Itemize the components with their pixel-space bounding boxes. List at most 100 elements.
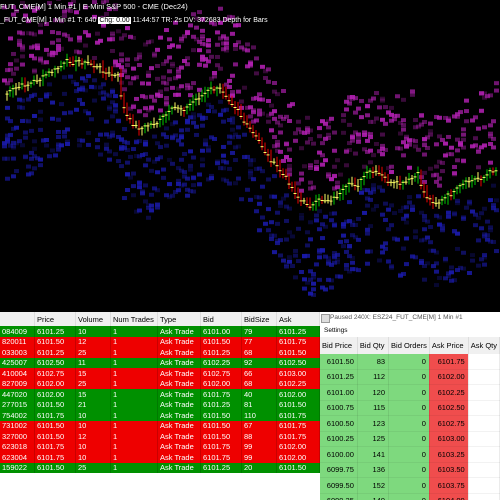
cell-type: Ask Trade — [157, 410, 201, 421]
table-row[interactable]: 754002 6101.75 10 1 Ask Trade 6101.50 110 6101.… — [0, 410, 320, 421]
table-row[interactable]: 731002 6101.50 10 1 Ask Trade 6101.50 67 6101.7… — [0, 420, 320, 431]
col-header-ask-qty[interactable]: Ask Qty — [468, 337, 500, 354]
col-header-volume[interactable]: Volume — [75, 312, 111, 326]
table-row[interactable]: 277015 6101.50 21 1 Ask Trade 6101.25 81 6101.5… — [0, 399, 320, 410]
ask-depth-block — [440, 169, 445, 174]
bid-depth-block — [347, 245, 352, 250]
bid-depth-block — [224, 107, 229, 112]
bid-depth-block — [329, 218, 334, 223]
bid-depth-block — [236, 125, 241, 130]
ask-depth-block — [212, 74, 217, 79]
ask-depth-block — [413, 118, 418, 123]
time-and-sales-panel[interactable]: Price Volume Num Trades Type Bid BidSize… — [0, 312, 320, 500]
dom-row[interactable]: 6101.00 120 0 6102.25 — [320, 384, 500, 401]
col-header-ask[interactable]: Ask — [276, 312, 320, 326]
cell-price: 6101.75 — [34, 452, 76, 463]
ask-depth-block — [491, 145, 496, 150]
bid-depth-block — [107, 105, 112, 110]
bid-depth-block — [212, 109, 217, 114]
cell-bid-orders: 0 — [388, 415, 430, 432]
bid-depth-block — [320, 236, 325, 241]
table-row[interactable]: 425007 6102.50 11 1 Ask Trade 6102.25 92 6102.5… — [0, 357, 320, 368]
bid-depth-block — [209, 104, 214, 109]
bid-depth-block — [491, 183, 496, 188]
bid-depth-block — [83, 78, 88, 83]
col-header-bid-qty[interactable]: Bid Qty — [357, 337, 390, 354]
dom-settings-link[interactable]: Settings — [320, 324, 500, 337]
dom-row[interactable]: 6100.00 141 0 6103.25 — [320, 446, 500, 463]
cell-type: Ask Trade — [157, 452, 201, 463]
chart-canvas[interactable] — [0, 0, 500, 312]
bid-depth-block — [176, 188, 181, 193]
ask-depth-block — [197, 87, 202, 92]
ask-depth-block — [209, 54, 214, 59]
bid-depth-block — [38, 97, 43, 102]
ask-depth-block — [383, 105, 388, 110]
bid-depth-block — [266, 177, 271, 182]
ask-depth-block — [338, 172, 343, 177]
dom-row[interactable]: 6100.75 115 0 6102.50 — [320, 400, 500, 416]
bid-depth-block — [188, 149, 193, 154]
table-row[interactable]: 447020 6102.00 15 1 Ask Trade 6101.75 40 6102.0… — [0, 389, 320, 400]
ask-depth-block — [200, 34, 205, 39]
bid-depth-block — [425, 219, 430, 224]
col-header-type[interactable]: Type — [157, 312, 201, 326]
cell-ask-price: 6101.75 — [429, 354, 469, 370]
table-row[interactable]: 827009 6102.00 25 1 Ask Trade 6102.00 68 6102.2… — [0, 378, 320, 389]
ask-depth-block — [356, 132, 361, 137]
dom-row[interactable]: 6101.50 83 0 6101.75 — [320, 354, 500, 370]
col-header-ask-price[interactable]: Ask Price — [429, 337, 469, 354]
col-header-bidsize[interactable]: BidSize — [241, 312, 277, 326]
bid-depth-block — [206, 109, 211, 114]
dom-row[interactable]: 6099.2514906104.00 — [320, 493, 500, 500]
bid-depth-block — [185, 127, 190, 132]
bid-depth-block — [482, 206, 487, 211]
ask-depth-block — [317, 126, 322, 131]
table-row[interactable]: 410004 6102.75 15 1 Ask Trade 6102.75 66 6103.0… — [0, 368, 320, 379]
cell-ask-price: 6102.50 — [429, 400, 469, 416]
bid-depth-block — [206, 148, 211, 153]
ask-depth-block — [185, 62, 190, 67]
table-row[interactable]: 623004 6101.75 10 1 Ask Trade 6101.75 99 6102.0… — [0, 452, 320, 463]
bid-depth-block — [365, 203, 370, 208]
bid-depth-block — [47, 82, 52, 87]
col-header-bid-price[interactable]: Bid Price — [320, 337, 358, 354]
dom-row[interactable]: 6099.75 136 0 6103.50 — [320, 462, 500, 478]
table-row[interactable]: 623018 6101.75 10 1 Ask Trade 6101.75 99 6102.0… — [0, 441, 320, 452]
depth-of-market-panel[interactable]: Paused 240X: ESZ24_FUT_CME[M] 1 Min #1 S… — [320, 312, 500, 500]
cell-ask-qty — [468, 462, 500, 478]
ask-depth-block — [491, 119, 496, 124]
bid-depth-block — [422, 214, 427, 219]
ask-depth-block — [215, 30, 220, 35]
table-row[interactable]: 033003 6101.25 25 1 Ask Trade 6101.25 68 6101.5… — [0, 347, 320, 358]
col-header-price[interactable]: Price — [34, 312, 76, 326]
col-header-num-trades[interactable]: Num Trades — [110, 312, 158, 326]
ask-depth-block — [164, 96, 169, 101]
price-chart[interactable]: FUT_CME[M] 1 Min #1 | E-Mini S&P 500 - C… — [0, 0, 500, 312]
cell-id: 623018 — [0, 441, 35, 452]
table-row[interactable]: 159022 6101.50 25 1 Ask Trade 6101.25 20 6101.5… — [0, 462, 320, 473]
pause-icon[interactable] — [321, 314, 330, 323]
bid-depth-block — [260, 184, 265, 189]
bid-depth-block — [332, 211, 337, 216]
table-row[interactable]: 327000 6101.50 12 1 Ask Trade 6101.50 88 6101.7… — [0, 431, 320, 442]
dom-row[interactable]: 6100.50 123 0 6102.75 — [320, 415, 500, 432]
cell-bid-price: 6099.50 — [320, 477, 358, 494]
col-header-bid-orders[interactable]: Bid Orders — [388, 337, 430, 354]
table-row[interactable]: 820011 6101.50 12 1 Ask Trade 6101.50 77 6101.7… — [0, 336, 320, 347]
cell-ask-qty — [468, 493, 500, 500]
bid-depth-block — [218, 99, 223, 104]
col-header-id[interactable] — [0, 312, 35, 326]
dom-row[interactable]: 6100.25 125 0 6103.00 — [320, 431, 500, 447]
bid-depth-block — [50, 100, 55, 105]
cell-bid-qty: 149 — [357, 493, 390, 500]
dom-row[interactable]: 6099.50 152 0 6103.75 — [320, 477, 500, 494]
cell-ask-qty — [468, 431, 500, 447]
bid-depth-block — [101, 96, 106, 101]
bid-depth-block — [293, 275, 298, 280]
dom-row[interactable]: 6101.25 112 0 6102.00 — [320, 369, 500, 385]
col-header-bid[interactable]: Bid — [200, 312, 242, 326]
table-row[interactable]: 084009 6101.25 10 1 Ask Trade 6101.00 79 6101.2… — [0, 326, 320, 337]
ask-depth-block — [8, 62, 13, 67]
cell-ask: 6101.50 — [276, 399, 320, 410]
